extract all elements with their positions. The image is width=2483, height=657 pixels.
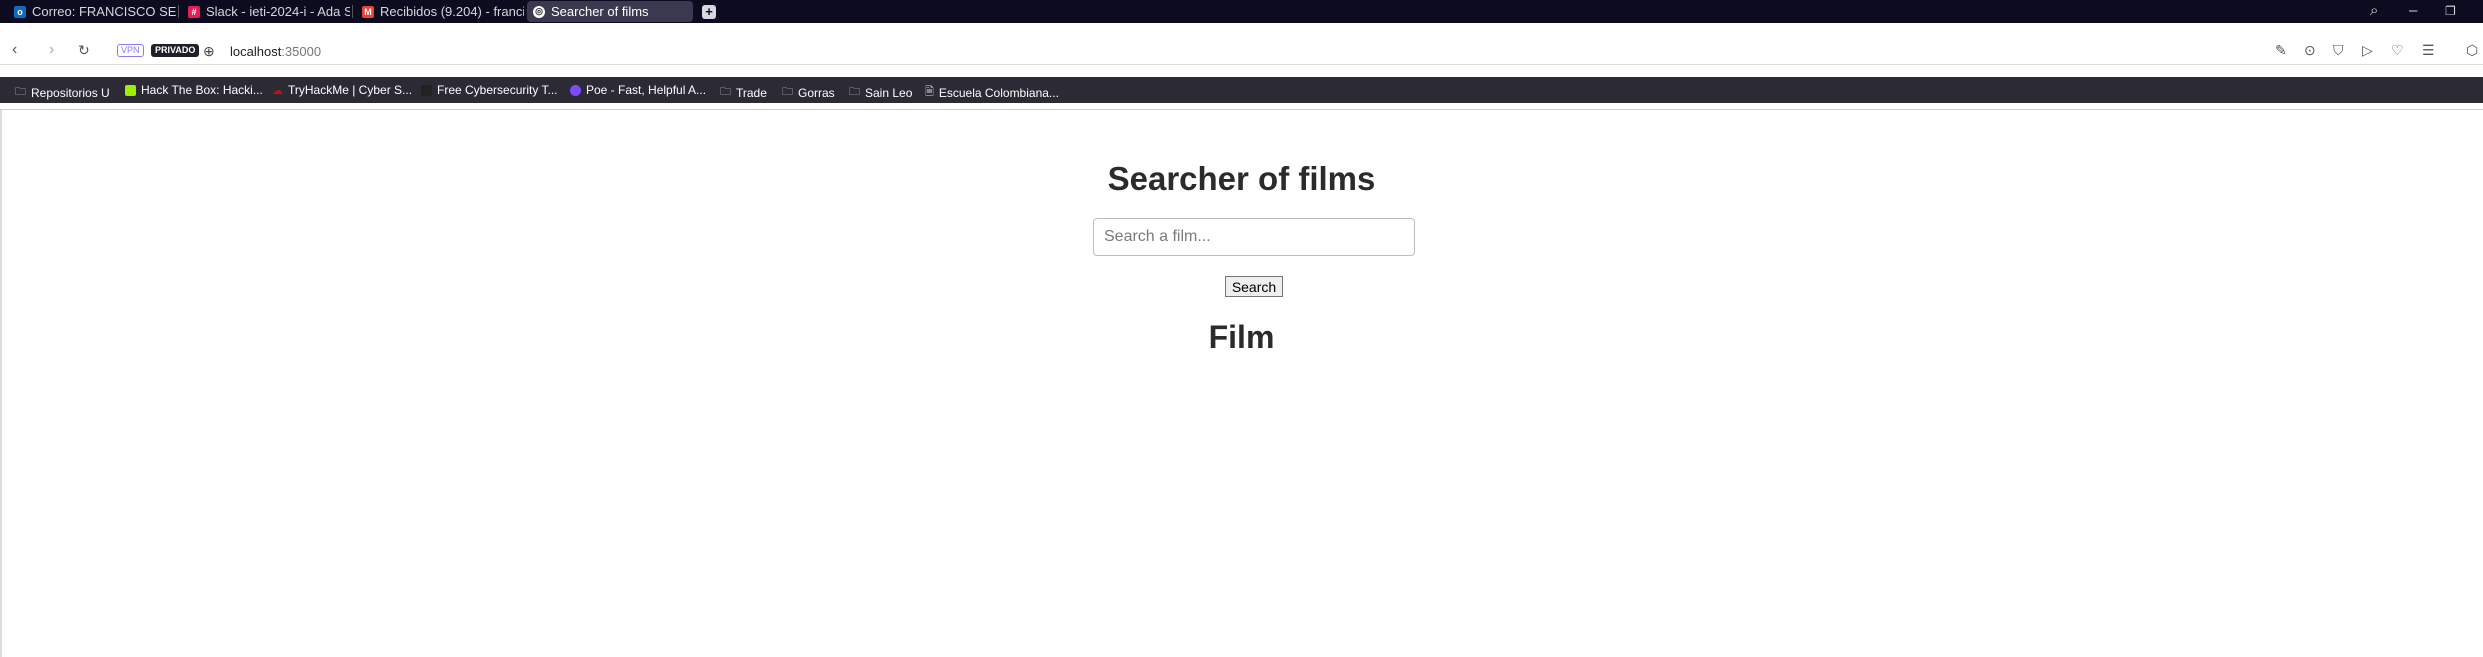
bookmark-label: Repositorios U bbox=[31, 85, 110, 100]
bookmark-tryhackme[interactable]: ☁ TryHackMe | Cyber S... bbox=[272, 83, 412, 97]
tab-label: Correo: FRANCISCO SEBA... bbox=[32, 4, 176, 19]
bookmark-escuela-colombiana[interactable]: 🗎 Escuela Colombiana... bbox=[925, 83, 1059, 102]
tab-outlook[interactable]: o Correo: FRANCISCO SEBA... bbox=[8, 0, 176, 23]
outlook-icon: o bbox=[14, 5, 26, 18]
thm-icon: ☁ bbox=[272, 84, 283, 97]
film-heading: Film bbox=[1208, 319, 1275, 355]
bookmark-sain-leo[interactable]: 🗀 Sain Leo bbox=[849, 83, 912, 102]
bookmark-label: Gorras bbox=[798, 85, 835, 100]
bookmark-hackthebox[interactable]: Hack The Box: Hacki... bbox=[125, 83, 263, 97]
menu-icon[interactable]: ☰ bbox=[2422, 42, 2435, 59]
folder-icon: 🗀 bbox=[15, 86, 26, 98]
bookmark-label: Sain Leo bbox=[865, 85, 913, 100]
bookmark-gorras[interactable]: 🗀 Gorras bbox=[782, 83, 835, 102]
folder-icon: 🗀 bbox=[849, 86, 860, 98]
page-icon: 🗎 bbox=[925, 86, 934, 98]
htb-icon bbox=[125, 84, 136, 96]
heart-icon[interactable]: ♡ bbox=[2391, 42, 2404, 59]
cube-icon[interactable]: ⬡ bbox=[2466, 42, 2478, 59]
url-host: localhost bbox=[230, 44, 282, 59]
address-bar-url[interactable]: localhost:35000 bbox=[230, 44, 321, 59]
restore-icon[interactable]: ❐ bbox=[2445, 4, 2456, 18]
site-icon bbox=[421, 84, 432, 96]
bookmark-label: Hack The Box: Hacki... bbox=[141, 83, 263, 97]
reload-icon[interactable]: ↻ bbox=[78, 42, 90, 59]
camera-icon[interactable]: ⊙ bbox=[2304, 42, 2316, 59]
bookmark-trade[interactable]: 🗀 Trade bbox=[720, 83, 767, 102]
bookmark-label: Poe - Fast, Helpful A... bbox=[586, 83, 707, 97]
back-icon[interactable]: ‹ bbox=[12, 41, 17, 59]
slack-icon: # bbox=[188, 5, 200, 18]
folder-icon: 🗀 bbox=[720, 86, 731, 98]
globe-icon: ◎ bbox=[533, 5, 545, 18]
gmail-icon: M bbox=[362, 5, 374, 18]
site-info-icon[interactable]: ⊕ bbox=[203, 43, 215, 60]
new-tab-plus-icon[interactable]: + bbox=[702, 5, 716, 19]
folder-icon: 🗀 bbox=[782, 86, 793, 98]
tab-separator bbox=[352, 5, 353, 18]
play-icon[interactable]: ▷ bbox=[2362, 42, 2373, 59]
tab-label: Searcher of films bbox=[551, 4, 649, 19]
minimize-icon[interactable]: – bbox=[2409, 2, 2417, 19]
poe-icon bbox=[570, 84, 581, 96]
tab-label: Slack - ieti-2024-i - Ada Sc... bbox=[206, 4, 350, 19]
bookmark-repositorios[interactable]: 🗀 Repositorios U bbox=[15, 83, 110, 102]
bookmark-poe[interactable]: Poe - Fast, Helpful A... bbox=[570, 83, 706, 97]
navigation-bar bbox=[0, 23, 2483, 65]
bookmark-label: Free Cybersecurity T... bbox=[437, 83, 558, 97]
tab-separator bbox=[178, 5, 179, 18]
tab-slack[interactable]: # Slack - ieti-2024-i - Ada Sc... bbox=[182, 0, 350, 23]
private-badge: PRIVADO bbox=[151, 44, 200, 57]
bookmark-label: TryHackMe | Cyber S... bbox=[288, 83, 413, 97]
search-tabs-icon[interactable]: ⌕ bbox=[2370, 2, 2378, 19]
search-input[interactable] bbox=[1093, 218, 1415, 256]
search-button[interactable]: Search bbox=[1225, 276, 1283, 297]
bookmark-label: Trade bbox=[736, 85, 767, 100]
shield-icon[interactable]: ⛉ bbox=[2333, 42, 2344, 59]
page-title: Searcher of films bbox=[1107, 160, 1376, 197]
tab-label: Recibidos (9.204) - francis... bbox=[380, 4, 524, 19]
bookmark-label: Escuela Colombiana... bbox=[938, 85, 1059, 100]
tab-bar: o Correo: FRANCISCO SEBA... # Slack - ie… bbox=[0, 0, 2483, 23]
vpn-badge[interactable]: VPN bbox=[117, 44, 144, 57]
bookmark-free-cybersecurity[interactable]: Free Cybersecurity T... bbox=[421, 83, 557, 97]
tab-gmail[interactable]: M Recibidos (9.204) - francis... bbox=[356, 0, 524, 23]
bookmarks-bar: 🗀 Repositorios U Hack The Box: Hacki... … bbox=[0, 77, 2483, 103]
tab-searcher-of-films[interactable]: ◎ Searcher of films bbox=[527, 1, 693, 22]
url-port: :35000 bbox=[281, 44, 322, 59]
forward-icon[interactable]: › bbox=[49, 41, 54, 59]
edit-icon[interactable]: ✎ bbox=[2275, 42, 2287, 59]
